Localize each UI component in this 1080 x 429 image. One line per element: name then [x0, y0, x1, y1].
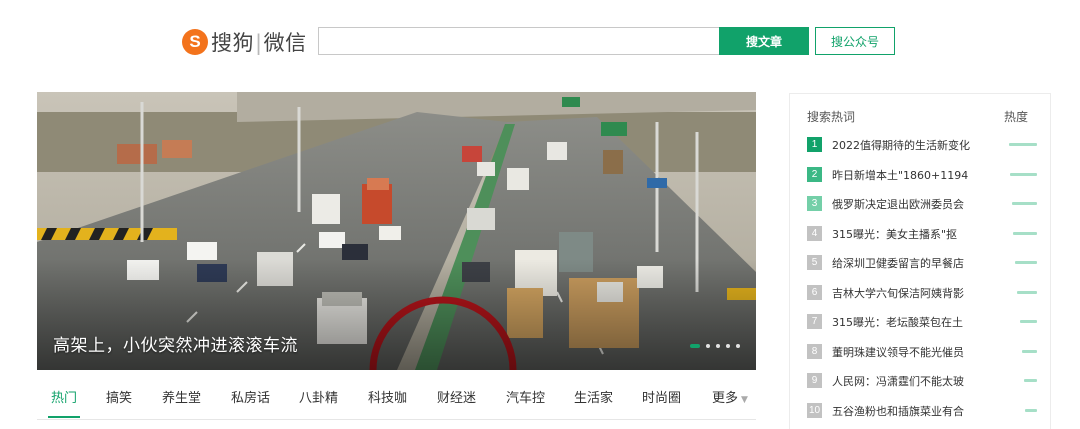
hot-search-text: 昨日新增本土"1860+1194	[832, 168, 969, 182]
carousel-caption[interactable]: 高架上，小伙突然冲进滚滚车流	[53, 331, 298, 356]
heat-column-label: 热度	[1004, 110, 1029, 124]
tab-more-label: 更多	[712, 391, 739, 406]
tab-more[interactable]: 更多 ▼	[712, 387, 748, 406]
heat-bar	[1015, 261, 1037, 264]
hot-search-text: 315曝光：美女主播系"抠	[832, 227, 958, 241]
tab-funny[interactable]: 搞笑	[106, 387, 132, 406]
tab-gossip[interactable]: 八卦精	[299, 387, 338, 406]
hot-search-item[interactable]: 1 2022值得期待的生活新变化	[807, 135, 1037, 155]
hot-search-text: 董明珠建议领导不能光催员	[832, 345, 964, 359]
tab-tech[interactable]: 科技咖	[368, 387, 407, 406]
hot-search-item[interactable]: 4 315曝光：美女主播系"抠	[807, 224, 1037, 244]
hot-search-item[interactable]: 5 给深圳卫健委留言的早餐店	[807, 253, 1037, 273]
heat-bar	[1024, 379, 1037, 382]
search-article-button[interactable]: 搜文章	[719, 27, 809, 55]
hot-search-title: 搜索热词	[807, 110, 856, 124]
tab-health[interactable]: 养生堂	[162, 387, 201, 406]
carousel-dot[interactable]	[736, 344, 740, 348]
hot-search-text: 给深圳卫健委留言的早餐店	[832, 257, 964, 270]
tab-finance[interactable]: 财经迷	[437, 387, 476, 406]
tab-cars[interactable]: 汽车控	[506, 387, 545, 406]
hot-search-text: 315曝光：老坛酸菜包在土	[832, 316, 963, 329]
category-tabs: 热门 搞笑 养生堂 私房话 八卦精 科技咖 财经迷 汽车控 生活家 时尚圈 更多…	[37, 380, 756, 420]
hot-search-text: 五谷渔粉也和插旗菜业有合	[832, 404, 964, 418]
rank-badge: 8	[807, 343, 822, 359]
logo-divider: |	[255, 31, 263, 55]
heat-bar	[1020, 320, 1037, 323]
hot-search-item[interactable]: 6 吉林大学六旬保洁阿姨背影	[807, 283, 1037, 303]
rank-badge: 10	[807, 402, 822, 418]
logo-product: 微信	[263, 31, 307, 55]
hot-search-text: 俄罗斯决定退出欧洲委员会	[832, 198, 964, 211]
tab-hot[interactable]: 热门	[47, 387, 81, 418]
hot-search-text: 吉林大学六旬保洁阿姨背影	[832, 286, 964, 300]
carousel-indicators	[690, 344, 740, 348]
heat-bar	[1017, 290, 1037, 294]
hot-search-item[interactable]: 7 315曝光：老坛酸菜包在土	[807, 312, 1037, 332]
heat-bar	[1009, 143, 1037, 146]
hot-search-item[interactable]: 3 俄罗斯决定退出欧洲委员会	[807, 194, 1037, 214]
logo-brand: 搜狗	[211, 31, 254, 55]
hot-search-panel: 搜索热词 热度 1 2022值得期待的生活新变化 2 昨日新增本土"1860+1194…	[789, 93, 1051, 429]
hot-search-item[interactable]: 2 昨日新增本土"1860+1194	[807, 165, 1037, 185]
rank-badge: 3	[807, 196, 822, 211]
search-account-button[interactable]: 搜公众号	[815, 27, 895, 55]
search-input[interactable]	[318, 27, 720, 55]
carousel-dot-active[interactable]	[690, 344, 700, 348]
heat-bar	[1022, 349, 1037, 353]
carousel-dot[interactable]	[716, 344, 720, 348]
carousel-dot[interactable]	[706, 344, 710, 348]
rank-badge: 6	[807, 284, 822, 300]
hot-search-item[interactable]: 9 人民网：冯潇霆们不能太玻	[807, 371, 1037, 391]
heat-bar	[1025, 408, 1037, 412]
logo-text: 搜狗|微信	[211, 27, 307, 57]
carousel-photo	[37, 92, 756, 370]
rank-badge: 5	[807, 255, 822, 270]
heat-bar	[1013, 231, 1037, 235]
tab-lifestyle[interactable]: 生活家	[574, 387, 613, 406]
news-carousel[interactable]: 高架上，小伙突然冲进滚滚车流	[37, 92, 756, 370]
chevron-down-icon: ▼	[741, 395, 748, 405]
rank-badge: 2	[807, 166, 822, 182]
hot-search-item[interactable]: 8 董明珠建议领导不能光催员	[807, 342, 1037, 362]
hot-search-text: 人民网：冯潇霆们不能太玻	[832, 375, 964, 388]
sogou-weixin-logo[interactable]: S 搜狗|微信	[182, 26, 307, 58]
heat-bar	[1012, 202, 1037, 205]
heat-bar	[1010, 172, 1037, 176]
hot-search-item[interactable]: 10 五谷渔粉也和插旗菜业有合	[807, 401, 1037, 421]
tab-fashion[interactable]: 时尚圈	[642, 387, 681, 406]
rank-badge: 9	[807, 373, 822, 388]
hot-search-text: 2022值得期待的生活新变化	[832, 139, 970, 152]
sogou-logo-icon: S	[182, 29, 208, 55]
rank-badge: 7	[807, 314, 822, 329]
carousel-dot[interactable]	[726, 344, 730, 348]
rank-badge: 1	[807, 137, 822, 152]
tab-private-talk[interactable]: 私房话	[231, 387, 270, 406]
rank-badge: 4	[807, 225, 822, 241]
